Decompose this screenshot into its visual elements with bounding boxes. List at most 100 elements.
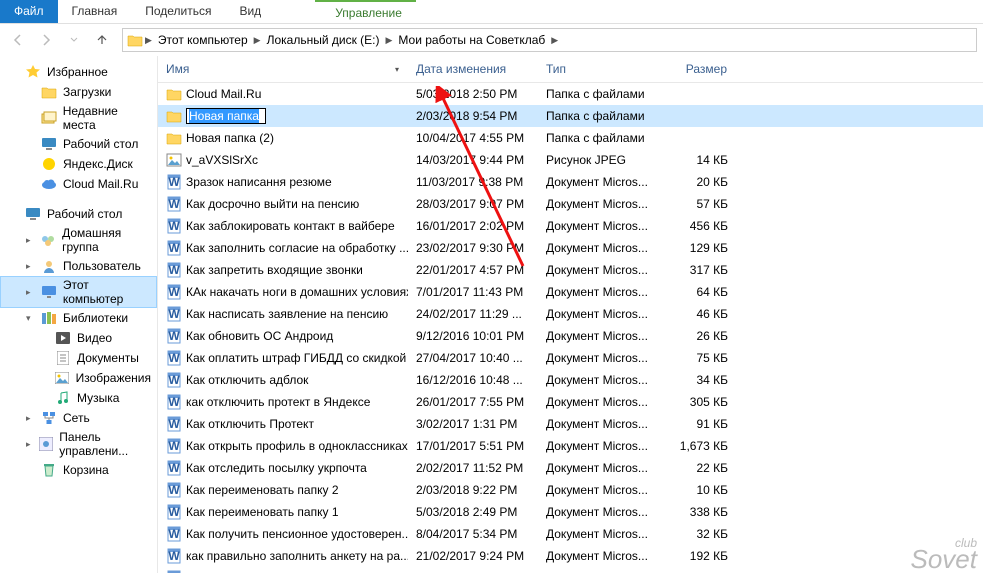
nav-item[interactable]: ▸Пользователь <box>0 256 157 276</box>
file-date: 21/02/2017 9:24 PM <box>408 548 538 564</box>
file-row[interactable]: WКак получить пенсионное удостоверен...8… <box>158 523 983 545</box>
nav-item[interactable]: Cloud Mail.Ru <box>0 174 157 194</box>
file-row[interactable]: WКак обновить ОС Андроид9/12/2016 10:01 … <box>158 325 983 347</box>
column-header-size[interactable]: Размер <box>656 56 736 82</box>
nav-item[interactable]: Рабочий стол <box>0 134 157 154</box>
nav-group-desktop[interactable]: Рабочий стол <box>0 204 157 224</box>
nav-item[interactable]: Видео <box>0 328 157 348</box>
word-icon: W <box>166 416 182 432</box>
file-row[interactable]: Wкак правильно заполнить анкету на ра...… <box>158 545 983 567</box>
ribbon-tab-view[interactable]: Вид <box>225 0 275 23</box>
file-row[interactable]: WЗразок написання резюме11/03/2017 9:38 … <box>158 171 983 193</box>
chevron-right-icon[interactable]: ▶ <box>549 35 560 46</box>
nav-item[interactable]: Изображения <box>0 368 157 388</box>
column-headers: Имя▾ Дата изменения Тип Размер <box>158 56 983 83</box>
ribbon-tab-file[interactable]: Файл <box>0 0 58 23</box>
file-row[interactable]: Cloud Mail.Ru5/03/2018 2:50 PMПапка с фа… <box>158 83 983 105</box>
nav-item-label: Изображения <box>76 371 151 385</box>
nav-item[interactable]: ▾Библиотеки <box>0 308 157 328</box>
nav-item[interactable]: Яндекс.Диск <box>0 154 157 174</box>
tree-toggle-icon[interactable]: ▸ <box>26 235 34 246</box>
disk-yandex-icon <box>41 156 57 172</box>
recycle-icon <box>41 462 57 478</box>
file-row[interactable]: WКак правильно паять паяльником с кан...… <box>158 567 983 573</box>
file-row[interactable]: WКак досрочно выйти на пенсию28/03/2017 … <box>158 193 983 215</box>
file-row[interactable]: v_aVXSlSrXc14/03/2017 9:44 PMРисунок JPE… <box>158 149 983 171</box>
file-type: Документ Micros... <box>538 218 656 234</box>
file-row[interactable]: Новая папка2/03/2018 9:54 PMПапка с файл… <box>158 105 983 127</box>
nav-forward-button[interactable] <box>34 28 58 52</box>
nav-item[interactable]: ▸Сеть <box>0 408 157 428</box>
tree-toggle-icon[interactable]: ▸ <box>26 261 35 272</box>
homegroup-icon <box>40 232 56 248</box>
file-row[interactable]: WКАк накачать ноги в домашних условиях7/… <box>158 281 983 303</box>
nav-up-button[interactable] <box>90 28 114 52</box>
svg-text:W: W <box>168 549 180 563</box>
file-row[interactable]: WКак запретить входящие звонки22/01/2017… <box>158 259 983 281</box>
chevron-right-icon[interactable]: ▶ <box>383 35 394 46</box>
file-row[interactable]: WКак насписать заявление на пенсию24/02/… <box>158 303 983 325</box>
file-date: 14/03/2017 9:44 PM <box>408 152 538 168</box>
recent-icon <box>41 110 57 126</box>
svg-text:W: W <box>168 395 180 409</box>
nav-item[interactable]: Недавние места <box>0 102 157 134</box>
cpl-icon <box>39 436 53 452</box>
file-size: 338 КБ <box>656 504 736 520</box>
breadcrumb-item[interactable]: Этот компьютер <box>154 33 252 47</box>
pics-icon <box>54 370 69 386</box>
file-size: 46 КБ <box>656 306 736 322</box>
nav-item[interactable]: ▸Домашняя группа <box>0 224 157 256</box>
address-bar[interactable]: ▶ Этот компьютер ▶ Локальный диск (E:) ▶… <box>122 28 977 52</box>
file-date: 27/04/2017 10:40 ... <box>408 350 538 366</box>
file-row[interactable]: WКак заполнить согласие на обработку ...… <box>158 237 983 259</box>
file-name: как правильно заполнить анкету на ра... <box>186 549 408 563</box>
file-size: 34 КБ <box>656 372 736 388</box>
nav-item[interactable]: Музыка <box>0 388 157 408</box>
column-header-date[interactable]: Дата изменения <box>408 56 538 82</box>
nav-group-favorites[interactable]: Избранное <box>0 62 157 82</box>
rename-input[interactable]: Новая папка <box>186 108 266 124</box>
file-row[interactable]: WКак переименовать папку 15/03/2018 2:49… <box>158 501 983 523</box>
nav-label: Избранное <box>47 65 108 79</box>
nav-item[interactable]: ▸Панель управлени... <box>0 428 157 460</box>
file-row[interactable]: Wкак отключить протект в Яндексе26/01/20… <box>158 391 983 413</box>
file-date: 17/01/2017 5:51 PM <box>408 438 538 454</box>
tree-toggle-icon[interactable]: ▸ <box>26 439 33 450</box>
file-row[interactable]: WКак переименовать папку 22/03/2018 9:22… <box>158 479 983 501</box>
tree-toggle-icon[interactable]: ▸ <box>26 413 35 424</box>
nav-item[interactable]: Документы <box>0 348 157 368</box>
file-row[interactable]: WКак отключить Протект3/02/2017 1:31 PMД… <box>158 413 983 435</box>
file-row[interactable]: WКак отключить адблок16/12/2016 10:48 ..… <box>158 369 983 391</box>
nav-item[interactable]: Загрузки <box>0 82 157 102</box>
file-row[interactable]: WКак отследить посылку укрпочта2/02/2017… <box>158 457 983 479</box>
file-row[interactable]: Новая папка (2)10/04/2017 4:55 PMПапка с… <box>158 127 983 149</box>
nav-history-dropdown[interactable] <box>62 28 86 52</box>
tree-toggle-icon[interactable]: ▾ <box>26 313 35 324</box>
file-size: 305 КБ <box>656 394 736 410</box>
tree-toggle-icon[interactable]: ▸ <box>26 287 35 298</box>
file-row[interactable]: WКак заблокировать контакт в вайбере16/0… <box>158 215 983 237</box>
file-row[interactable]: WКак открыть профиль в одноклассниках17/… <box>158 435 983 457</box>
chevron-right-icon[interactable]: ▶ <box>252 35 263 46</box>
file-name: Как переименовать папку 1 <box>186 505 339 519</box>
svg-text:W: W <box>168 329 180 343</box>
column-header-type[interactable]: Тип <box>538 56 656 82</box>
ribbon-tab-manage[interactable]: Управление <box>315 2 416 24</box>
chevron-right-icon[interactable]: ▶ <box>143 35 154 46</box>
nav-item-label: Яндекс.Диск <box>63 157 133 171</box>
breadcrumb-item[interactable]: Мои работы на Советклаб <box>394 33 549 47</box>
column-header-name[interactable]: Имя▾ <box>158 56 408 82</box>
file-date: 22/01/2017 4:57 PM <box>408 262 538 278</box>
file-size: 26 КБ <box>656 328 736 344</box>
breadcrumb-item[interactable]: Локальный диск (E:) <box>263 33 384 47</box>
svg-text:W: W <box>168 461 180 475</box>
nav-item[interactable]: Корзина <box>0 460 157 480</box>
nav-item[interactable]: ▸Этот компьютер <box>0 276 157 308</box>
ribbon-tab-home[interactable]: Главная <box>58 0 132 23</box>
nav-back-button[interactable] <box>6 28 30 52</box>
file-name: Как переименовать папку 2 <box>186 483 339 497</box>
word-icon: W <box>166 284 182 300</box>
svg-text:W: W <box>168 505 180 519</box>
ribbon-tab-share[interactable]: Поделиться <box>131 0 225 23</box>
file-row[interactable]: WКак оплатить штраф ГИБДД со скидкой27/0… <box>158 347 983 369</box>
